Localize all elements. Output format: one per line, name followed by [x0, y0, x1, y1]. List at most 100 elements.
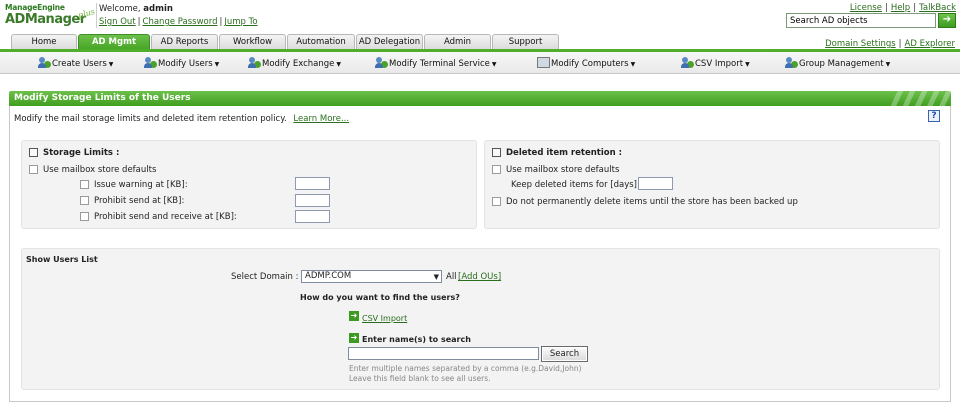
- search-go-button[interactable]: ➔: [938, 13, 956, 28]
- user-icon: [144, 57, 157, 68]
- link-separator: |: [884, 3, 888, 13]
- issue-warning-checkbox[interactable]: [80, 180, 89, 189]
- menu-label: Modify Terminal Service: [389, 59, 490, 69]
- link-separator: |: [219, 17, 223, 27]
- chevron-down-icon: ▼: [336, 61, 342, 68]
- arrow-right-icon: ➔: [349, 311, 359, 321]
- retention-use-defaults-checkbox[interactable]: [492, 165, 501, 174]
- username: admin: [143, 4, 173, 14]
- tab-support[interactable]: Support: [492, 34, 559, 49]
- storage-limits-checkbox[interactable]: [29, 148, 38, 157]
- ad-explorer-link[interactable]: AD Explorer: [905, 39, 955, 49]
- link-separator: |: [913, 3, 917, 13]
- show-users-title: Show Users List: [26, 255, 98, 264]
- tab-ad-reports[interactable]: AD Reports: [151, 34, 218, 49]
- help-link[interactable]: Help: [891, 3, 910, 13]
- help-icon[interactable]: ?: [928, 110, 940, 122]
- menu-group-management[interactable]: Group Management ▼: [785, 57, 890, 69]
- menu-label: Modify Exchange: [262, 59, 335, 69]
- no-permanent-delete-checkbox[interactable]: [492, 197, 501, 206]
- settings-links: Domain Settings | AD Explorer: [825, 39, 955, 49]
- add-ous-link[interactable]: [Add OUs]: [458, 272, 501, 282]
- keep-deleted-days-label: Keep deleted items for [days]:: [511, 180, 640, 190]
- user-icon: [248, 57, 261, 68]
- chevron-down-icon: ▼: [108, 61, 114, 68]
- sign-out-link[interactable]: Sign Out: [99, 17, 136, 27]
- menu-modify-computers[interactable]: Modify Computers ▼: [537, 57, 635, 69]
- jump-to-link[interactable]: Jump To: [224, 17, 257, 27]
- tab-admin[interactable]: Admin: [424, 34, 491, 49]
- menu-label: Modify Computers: [551, 59, 629, 69]
- group-icon: [785, 57, 798, 68]
- user-links: Sign Out | Change Password | Jump To: [99, 17, 258, 27]
- welcome-prefix: Welcome,: [99, 4, 141, 14]
- retention-label: Deleted item retention :: [506, 148, 622, 158]
- logo-manageengine: ManageEngine: [5, 3, 65, 12]
- enter-names-label: Enter name(s) to search: [362, 335, 471, 344]
- retention-use-defaults-label: Use mailbox store defaults: [506, 165, 620, 175]
- chevron-down-icon: ▼: [491, 61, 497, 68]
- find-users-question: How do you want to find the users?: [300, 293, 460, 302]
- user-icon: [38, 57, 51, 68]
- storage-limits-label: Storage Limits :: [43, 148, 120, 158]
- name-search-input[interactable]: [348, 347, 539, 360]
- global-search: ➔: [786, 13, 957, 28]
- menu-csv-import[interactable]: CSV Import ▼: [681, 57, 750, 69]
- prohibit-send-receive-checkbox[interactable]: [80, 212, 89, 221]
- panel-title: Modify Storage Limits of the Users: [9, 91, 951, 106]
- retention-checkbox[interactable]: [492, 148, 501, 157]
- arrow-right-icon: ➔: [349, 333, 359, 343]
- prohibit-send-input[interactable]: [295, 194, 330, 207]
- tab-home[interactable]: Home: [11, 34, 77, 49]
- menu-create-users[interactable]: Create Users ▼: [38, 57, 113, 69]
- chevron-down-icon: ▼: [745, 61, 750, 68]
- domain-selected-value: ADMP.COM: [305, 271, 352, 281]
- admanager-logo[interactable]: ManageEngine ADManager plus: [5, 3, 97, 29]
- logo-divider: [96, 3, 97, 28]
- menu-modify-exchange[interactable]: Modify Exchange ▼: [248, 57, 341, 69]
- prohibit-send-checkbox[interactable]: [80, 196, 89, 205]
- hint-multiple-names: Enter multiple names separated by a comm…: [349, 364, 582, 373]
- title-decoration: [891, 91, 951, 106]
- tab-ad-mgmt[interactable]: AD Mgmt: [78, 34, 150, 50]
- logo-plus: plus: [77, 6, 96, 21]
- keep-deleted-days-input[interactable]: [638, 177, 673, 190]
- no-permanent-delete-label: Do not permanently delete items until th…: [506, 197, 798, 207]
- menu-modify-terminal-service[interactable]: Modify Terminal Service ▼: [375, 57, 497, 69]
- change-password-link[interactable]: Change Password: [143, 17, 218, 27]
- issue-warning-label: Issue warning at [KB]:: [94, 180, 188, 190]
- license-link[interactable]: License: [850, 3, 882, 13]
- tab-ad-delegation[interactable]: AD Delegation: [356, 34, 423, 49]
- welcome-text: Welcome, admin: [99, 4, 173, 14]
- menu-label: Group Management: [799, 59, 884, 69]
- chevron-down-icon: ▼: [630, 61, 636, 68]
- menu-modify-users[interactable]: Modify Users ▼: [144, 57, 219, 69]
- search-ad-objects-input[interactable]: [786, 13, 936, 28]
- menu-label: Modify Users: [158, 59, 213, 69]
- tab-workflow[interactable]: Workflow: [219, 34, 286, 49]
- link-separator: |: [137, 17, 141, 27]
- talkback-link[interactable]: TalkBack: [919, 3, 956, 13]
- all-label: All: [446, 272, 457, 282]
- arrow-right-icon: ➔: [942, 14, 952, 25]
- csv-import-link[interactable]: CSV Import: [362, 314, 407, 323]
- menu-label: CSV Import: [695, 59, 744, 69]
- menu-label: Create Users: [52, 59, 107, 69]
- domain-settings-link[interactable]: Domain Settings: [825, 39, 896, 49]
- issue-warning-input[interactable]: [295, 177, 330, 190]
- domain-select[interactable]: ADMP.COM ▼: [301, 270, 442, 283]
- hint-blank-field: Leave this field blank to see all users.: [349, 374, 491, 383]
- prohibit-send-receive-input[interactable]: [295, 210, 330, 223]
- prohibit-send-label: Prohibit send at [KB]:: [94, 196, 185, 206]
- select-domain-label: Select Domain :: [231, 272, 299, 282]
- computer-icon: [537, 57, 550, 68]
- dropdown-arrow-icon: ▼: [433, 273, 439, 281]
- storage-use-defaults-checkbox[interactable]: [29, 165, 38, 174]
- user-icon: [375, 57, 388, 68]
- link-separator: |: [898, 39, 902, 49]
- description-text: Modify the mail storage limits and delet…: [14, 114, 287, 124]
- chevron-down-icon: ▼: [214, 61, 220, 68]
- learn-more-link[interactable]: Learn More...: [293, 114, 349, 124]
- tab-automation[interactable]: Automation: [287, 34, 355, 49]
- search-button[interactable]: Search: [541, 346, 588, 362]
